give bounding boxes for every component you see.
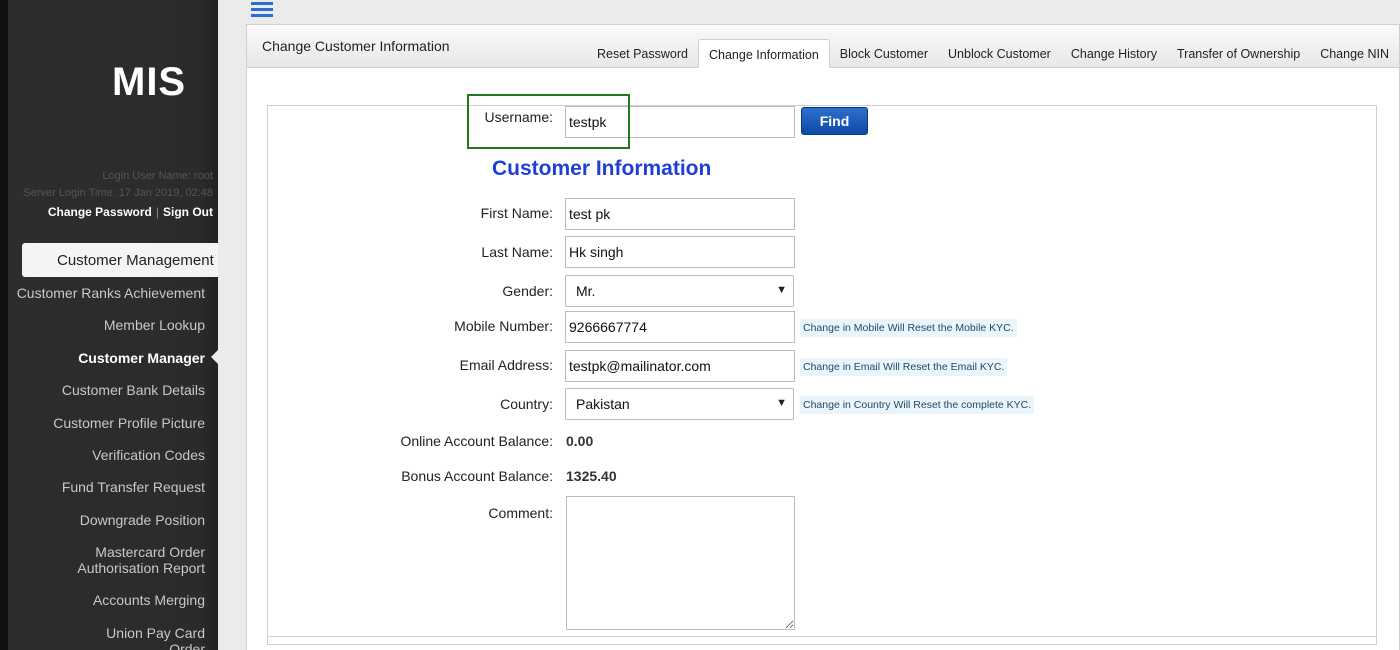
find-button[interactable]: Find: [801, 107, 868, 135]
sidebar-item-member-lookup[interactable]: Member Lookup: [104, 317, 205, 333]
sidebar-item-customer-ranks-achievement[interactable]: Customer Ranks Achievement: [17, 285, 205, 301]
panel-header: Change Customer Information Reset Passwo…: [247, 25, 1399, 68]
sidebar-item-customer-manager[interactable]: Customer Manager: [78, 350, 205, 366]
panel-title: Change Customer Information: [262, 38, 450, 54]
comment-label: Comment:: [488, 505, 553, 521]
tab-change-history[interactable]: Change History: [1061, 39, 1167, 68]
link-separator: |: [155, 205, 159, 219]
section-title: Customer Information: [492, 157, 712, 180]
first-name-input[interactable]: [565, 198, 795, 230]
chevron-down-icon: ▼: [776, 397, 787, 409]
sidebar: MIS Login User Name: root Server Login T…: [0, 0, 218, 650]
username-highlight-box: [467, 94, 630, 149]
bonus-balance-value: 1325.40: [566, 468, 617, 484]
gender-select[interactable]: Mr. ▼: [565, 275, 794, 307]
mobile-number-input[interactable]: [565, 311, 795, 343]
country-kyc-note: Change in Country Will Reset the complet…: [800, 396, 1035, 414]
sidebar-item-fund-transfer-request[interactable]: Fund Transfer Request: [62, 479, 205, 495]
nav-section-customer-management[interactable]: Customer Management: [22, 243, 218, 277]
sidebar-item-downgrade-position[interactable]: Downgrade Position: [80, 512, 205, 528]
sidebar-item-mastercard-order-report[interactable]: Mastercard Order Authorisation Report: [75, 544, 205, 576]
sidebar-edge: [0, 0, 8, 650]
tab-unblock-customer[interactable]: Unblock Customer: [938, 39, 1061, 68]
email-kyc-note: Change in Email Will Reset the Email KYC…: [800, 358, 1008, 376]
login-user-name: Login User Name: root: [102, 170, 213, 182]
login-info: Login User Name: root Server Login Time:…: [23, 168, 213, 202]
tab-block-customer[interactable]: Block Customer: [830, 39, 938, 68]
country-select[interactable]: Pakistan ▼: [565, 388, 794, 420]
mobile-kyc-note: Change in Mobile Will Reset the Mobile K…: [800, 319, 1017, 337]
divider: [268, 636, 1376, 637]
tab-transfer-of-ownership[interactable]: Transfer of Ownership: [1167, 39, 1310, 68]
email-address-input[interactable]: [565, 350, 795, 382]
online-balance-value: 0.00: [566, 433, 594, 449]
sign-out-link[interactable]: Sign Out: [163, 205, 213, 219]
tab-reset-password[interactable]: Reset Password: [587, 39, 698, 68]
tab-change-information[interactable]: Change Information: [697, 39, 830, 68]
mobile-number-label: Mobile Number:: [454, 318, 553, 334]
first-name-label: First Name:: [480, 205, 553, 221]
online-balance-label: Online Account Balance:: [400, 433, 553, 449]
chevron-down-icon: ▼: [776, 284, 787, 296]
gender-selected-value: Mr.: [576, 283, 596, 299]
server-login-time: Server Login Time: 17 Jan 2019, 02:48: [23, 187, 213, 199]
country-selected-value: Pakistan: [576, 396, 630, 412]
gender-label: Gender:: [502, 283, 553, 299]
country-label: Country:: [500, 396, 553, 412]
sidebar-item-verification-codes[interactable]: Verification Codes: [92, 447, 205, 463]
tab-bar: Reset Password Change Information Block …: [587, 39, 1399, 68]
comment-textarea[interactable]: [566, 496, 795, 630]
app-logo: MIS: [112, 60, 187, 104]
active-item-caret-icon: [211, 350, 218, 364]
account-links: Change Password | Sign Out: [48, 205, 213, 219]
sidebar-item-customer-profile-picture[interactable]: Customer Profile Picture: [53, 415, 205, 431]
tab-change-nin[interactable]: Change NIN: [1310, 39, 1399, 68]
sidebar-item-accounts-merging[interactable]: Accounts Merging: [93, 592, 205, 608]
sidebar-item-union-pay-card-order-report[interactable]: Union Pay Card Order AuthorisationReport: [75, 625, 205, 650]
email-address-label: Email Address:: [459, 357, 553, 373]
last-name-label: Last Name:: [481, 244, 553, 260]
hamburger-menu-icon[interactable]: [251, 2, 273, 17]
last-name-input[interactable]: [565, 236, 795, 268]
sidebar-item-customer-bank-details[interactable]: Customer Bank Details: [62, 382, 205, 398]
change-password-link[interactable]: Change Password: [48, 205, 152, 219]
bonus-balance-label: Bonus Account Balance:: [401, 468, 553, 484]
